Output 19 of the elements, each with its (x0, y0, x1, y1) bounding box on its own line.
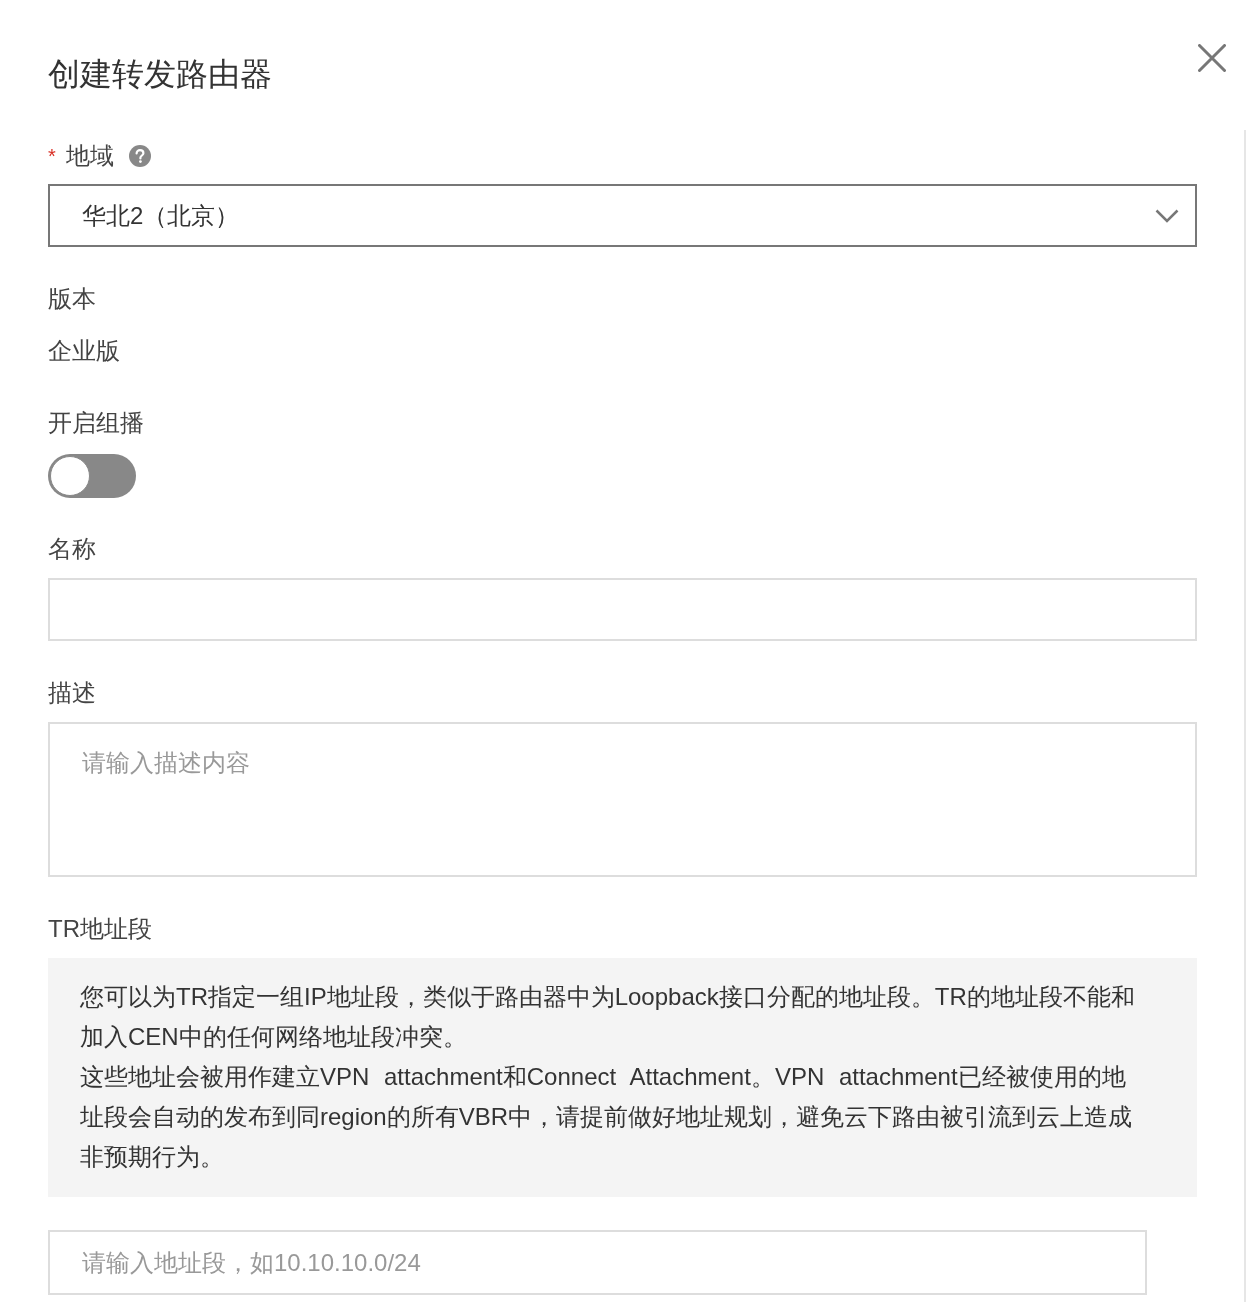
chevron-down-icon (1155, 208, 1179, 223)
close-icon[interactable] (1198, 44, 1226, 72)
field-label: 地域 (65, 141, 114, 171)
description-textarea[interactable]: 请输入描述内容 (48, 722, 1197, 877)
help-icon[interactable] (128, 145, 151, 167)
field-label: TR地址段 (48, 914, 152, 944)
field-label: 描述 (48, 678, 96, 708)
field-label: 名称 (48, 534, 96, 564)
notice-paragraph: 这些地址会被用作建立VPN attachment和Connect Attachment。VPN attachment已经被使用的地址段会自动的发布到同region的所有VBR中，请提前做好地址规划，避免云下路由被引流到云上造成非预期行为。 (80, 1062, 1134, 1172)
field-label: 开启组播 (48, 408, 144, 438)
edition-value: 企业版 (48, 336, 120, 366)
field-label: 版本 (48, 284, 96, 314)
required-mark: * (48, 144, 56, 169)
dialog-title: 创建转发路由器 (48, 55, 272, 94)
region-select[interactable]: 华北2（北京） (48, 184, 1197, 247)
name-input-field[interactable] (48, 578, 1197, 641)
notice-paragraph: 您可以为TR指定一组IP地址段，类似于路由器中为Loopback接口分配的地址段。TR的地址段不能和加入CEN中的任何网络地址段冲突。 (80, 982, 1136, 1052)
address-input-field[interactable]: 请输入地址段，如10.10.10.0/24 (48, 1230, 1147, 1295)
multicast-toggle[interactable] (48, 454, 136, 498)
